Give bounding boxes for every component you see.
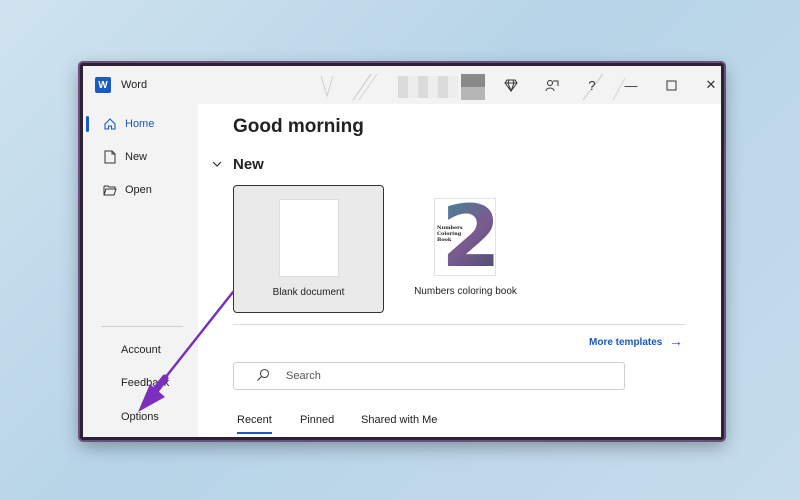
annotation-arrow [138, 290, 235, 412]
